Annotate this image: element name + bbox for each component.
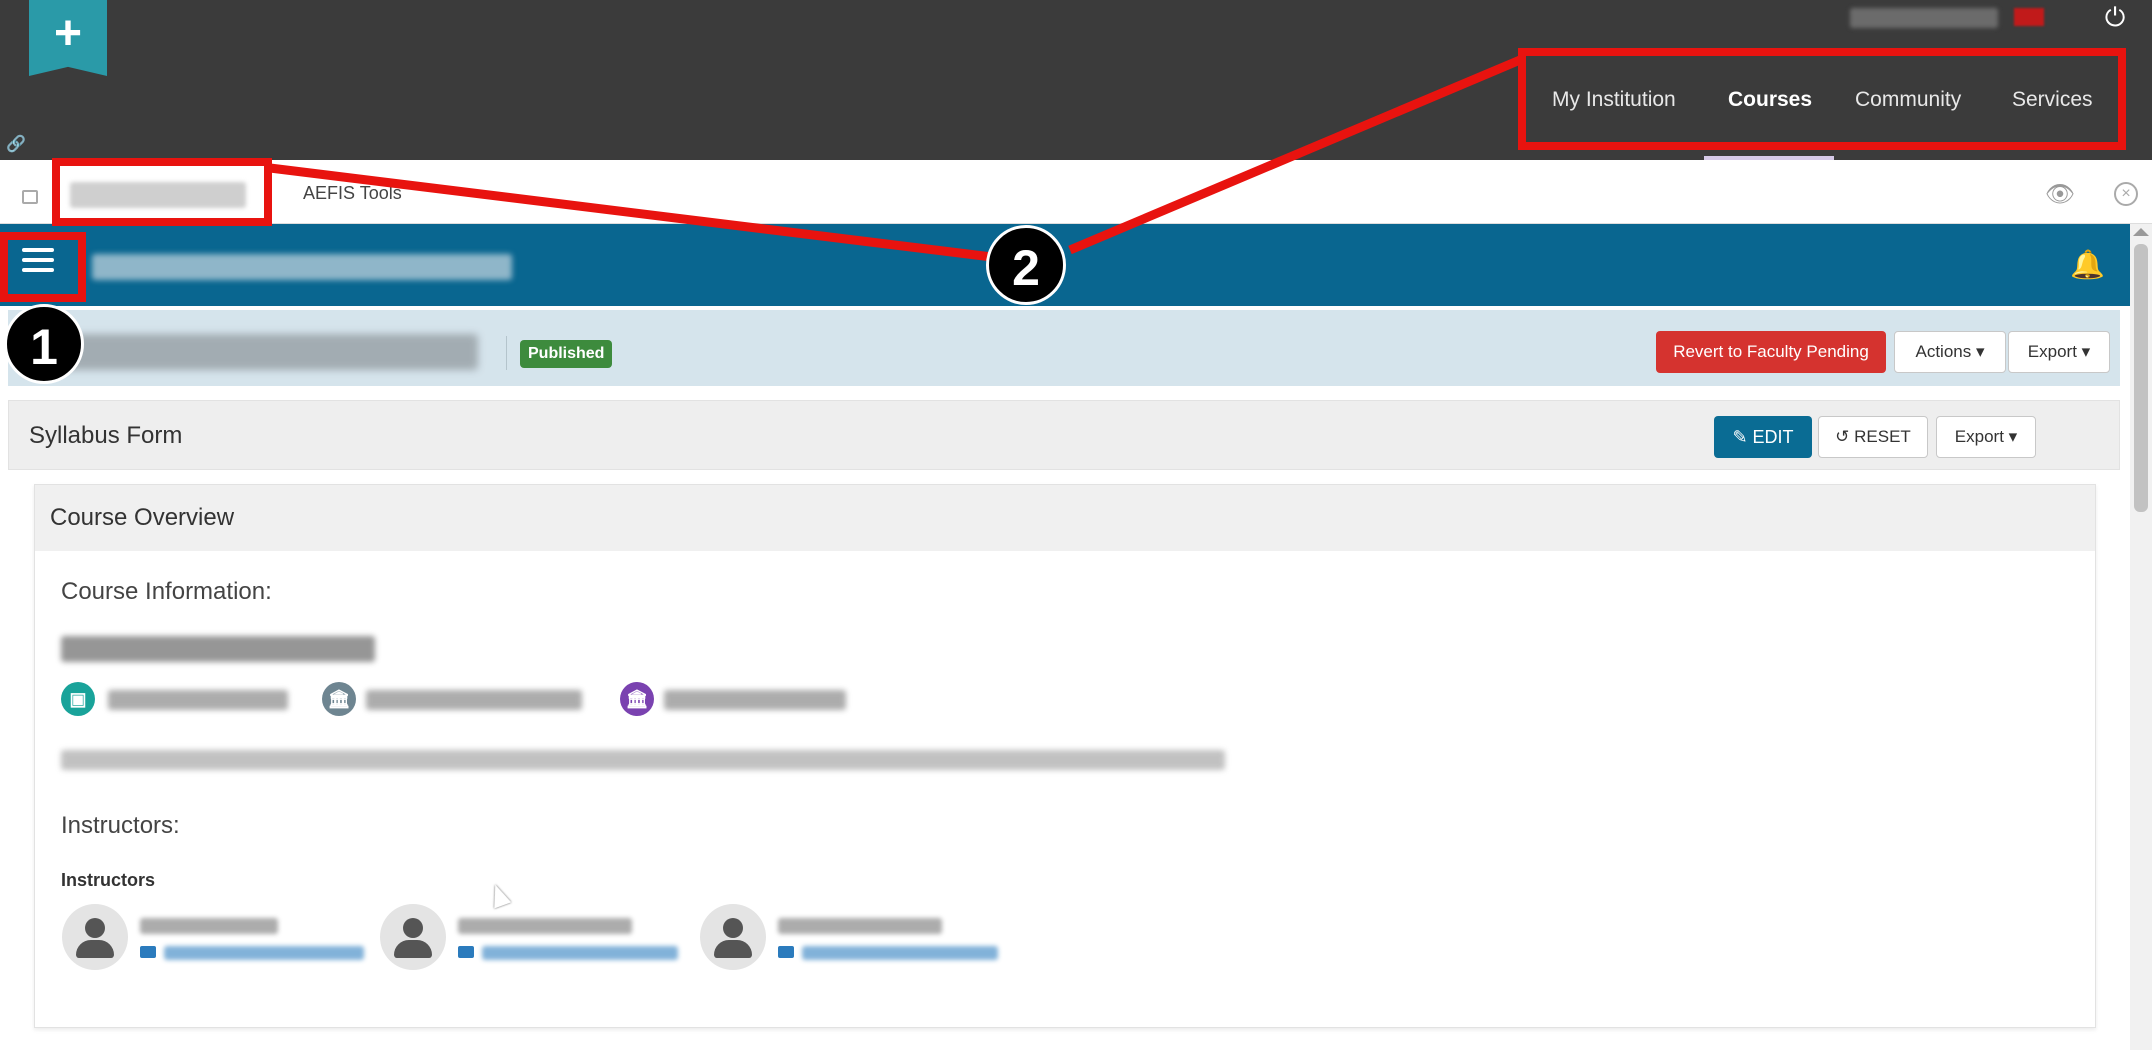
term-redacted <box>108 690 288 710</box>
user-flag-redacted <box>2014 8 2044 26</box>
annotation-box-tab <box>52 158 272 226</box>
scroll-up-arrow-icon[interactable] <box>2133 228 2149 236</box>
annotation-box-menu <box>0 232 86 302</box>
user-icon <box>62 904 128 970</box>
avatar <box>700 904 766 970</box>
institution-icon: 🏛 <box>322 682 356 716</box>
course-description-redacted <box>61 750 1225 770</box>
instructor-email-link[interactable] <box>482 946 678 960</box>
tab-aefis-tools[interactable]: AEFIS Tools <box>303 183 402 204</box>
course-overview-title: Course Overview <box>50 504 235 531</box>
revert-to-faculty-pending-button[interactable]: Revert to Faculty Pending <box>1656 331 1886 373</box>
instructor-name-redacted <box>778 918 942 934</box>
instructor-name-redacted <box>140 918 278 934</box>
export-dropdown-button[interactable]: Export ▾ <box>2008 331 2110 373</box>
status-badge: Published <box>520 340 613 368</box>
envelope-icon <box>778 946 794 958</box>
envelope-icon <box>458 946 474 958</box>
power-icon[interactable]: ⏻ <box>2100 2 2130 32</box>
course-information-heading: Course Information: <box>61 578 272 605</box>
course-title-redacted <box>58 334 478 370</box>
avatar <box>380 904 446 970</box>
calendar-icon: ▣ <box>61 682 95 716</box>
instructors-heading: Instructors: <box>61 812 180 839</box>
eye-icon[interactable]: 👁 <box>2044 180 2076 208</box>
reset-button[interactable]: ↺ RESET <box>1818 416 1928 458</box>
callout-number-2: 2 <box>986 225 1066 305</box>
title-divider <box>506 336 507 370</box>
plus-icon: + <box>53 7 83 60</box>
syllabus-form-title: Syllabus Form <box>29 422 183 449</box>
edit-button[interactable]: ✎ EDIT <box>1714 416 1812 458</box>
instructor-email-link[interactable] <box>802 946 998 960</box>
link-icon[interactable]: 🔗 <box>6 134 26 154</box>
avatar <box>62 904 128 970</box>
callout-number-1: 1 <box>4 304 84 384</box>
department-redacted <box>366 690 582 710</box>
college-icon: 🏛 <box>620 682 654 716</box>
user-name-redacted[interactable] <box>1850 8 1998 28</box>
instructor-email-link[interactable] <box>164 946 364 960</box>
window-icon[interactable] <box>22 190 38 204</box>
user-icon <box>700 904 766 970</box>
instructor-name-redacted <box>458 918 632 934</box>
scrollbar-thumb[interactable] <box>2134 244 2148 512</box>
envelope-icon <box>140 946 156 958</box>
syllabus-export-dropdown-button[interactable]: Export ▾ <box>1936 416 2036 458</box>
college-redacted <box>664 690 846 710</box>
app-logo[interactable]: + <box>29 0 107 76</box>
instructors-label: Instructors <box>61 870 156 890</box>
course-overview-header <box>35 485 2095 551</box>
actions-dropdown-button[interactable]: Actions ▾ <box>1894 331 2006 373</box>
annotation-box-nav <box>1518 48 2126 150</box>
bell-icon[interactable]: 🔔 <box>2070 248 2105 280</box>
course-name-redacted <box>61 636 375 662</box>
user-icon <box>380 904 446 970</box>
close-icon[interactable]: × <box>2114 182 2138 206</box>
course-header-title-redacted <box>92 254 512 280</box>
